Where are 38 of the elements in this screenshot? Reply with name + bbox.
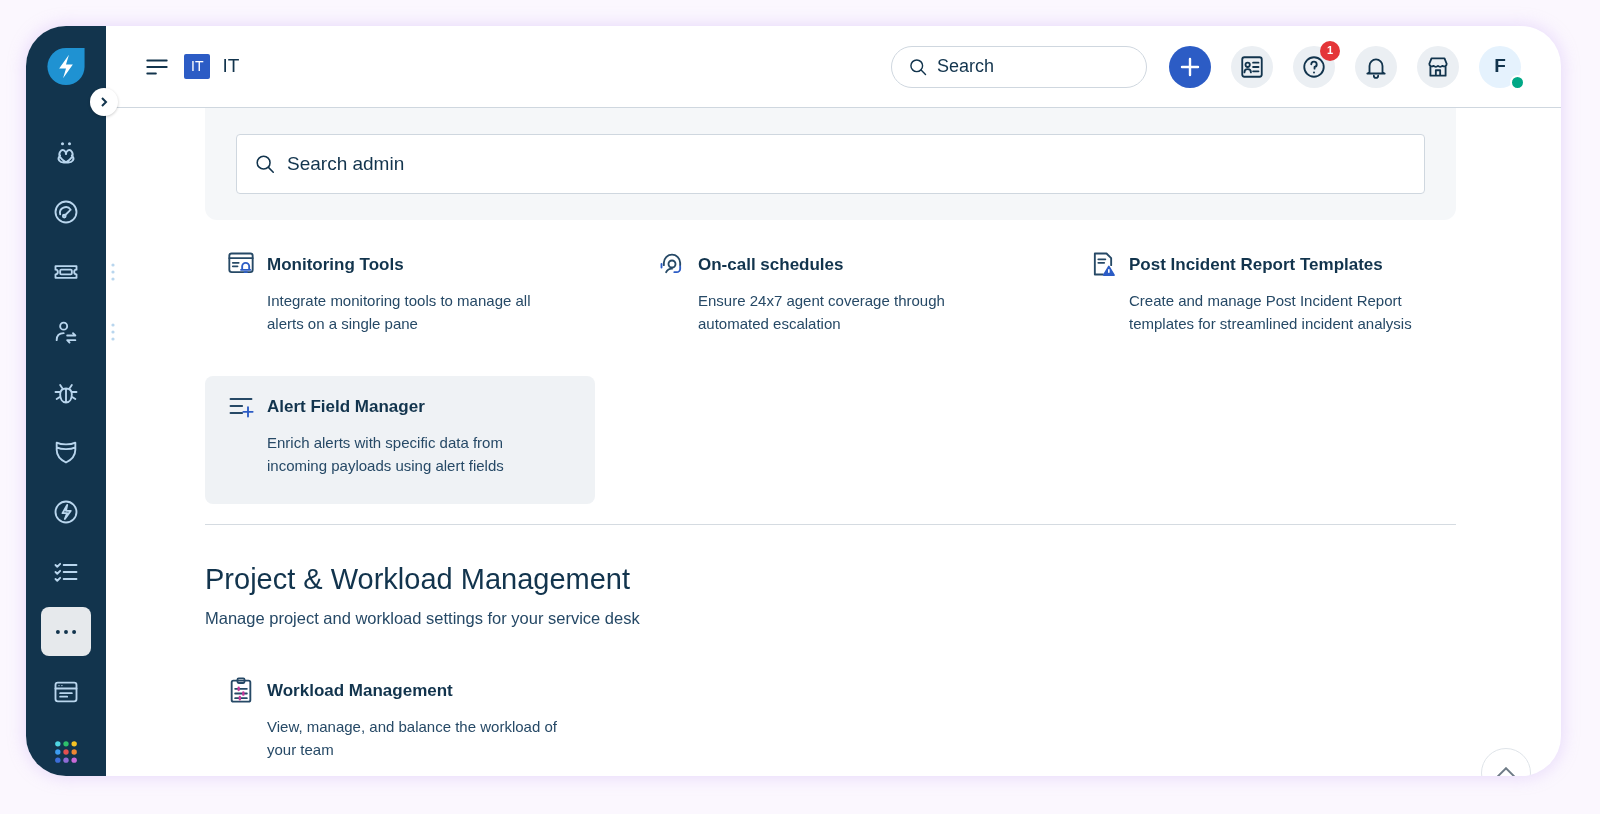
help-button[interactable] (1293, 45, 1335, 88)
chevron-right-icon (98, 96, 110, 108)
more-icon (55, 628, 77, 635)
user-avatar[interactable]: F (1479, 45, 1521, 88)
help-icon (1301, 53, 1327, 80)
search-icon (908, 56, 928, 77)
search-field[interactable]: Search (891, 45, 1147, 88)
workspace-name: IT (222, 54, 240, 79)
marketplace-button[interactable] (1417, 45, 1459, 88)
section-subtitle: Manage project and workload settings for your service desk (205, 607, 641, 629)
card-title: Monitoring Tools (267, 254, 405, 276)
sidebar-item[interactable] (41, 607, 91, 657)
admin-card[interactable]: Workload Management View, manage, and balance the workload of your team (205, 660, 595, 776)
card-title: On-call schedules (698, 254, 845, 276)
card-title: Post Incident Report Templates (1129, 254, 1384, 276)
card-description: Integrate monitoring tools to manage all alerts on a single pane (267, 290, 532, 334)
admin-card[interactable]: Post Incident Report Templates Create and manage Post Incident Report templates for streamlined incident analysis (1067, 234, 1457, 362)
card-title: Workload Management (267, 680, 454, 703)
admin-card[interactable]: Alert Field Manager Enrich alerts with specific data from incoming payloads using alert fields (205, 376, 595, 504)
contacts-button[interactable] (1231, 45, 1273, 88)
logo-icon[interactable] (45, 46, 87, 88)
workspace-badge: IT (184, 54, 211, 79)
admin-search-field[interactable]: Search admin (236, 134, 1425, 194)
chevron-up-icon (1495, 767, 1517, 776)
card-title: Alert Field Manager (267, 396, 426, 418)
notification-count: 1 (1320, 40, 1340, 61)
section-title: Project & Workload Management (205, 562, 631, 597)
card-description: View, manage, and balance the workload of your team (267, 716, 558, 760)
admin-card[interactable]: On-call schedules Ensure 24x7 agent coverage through automated escalation (636, 234, 1026, 362)
card-description: Create and manage Post Incident Report templates for streamlined incident analysis (1129, 290, 1413, 334)
add-button[interactable] (1169, 45, 1211, 88)
admin-card[interactable]: Monitoring Tools Integrate monitoring tools to manage all alerts on a single pane (205, 234, 595, 362)
card-description: Ensure 24x7 agent coverage through automated escalation (698, 290, 946, 334)
notifications-button[interactable] (1355, 45, 1397, 88)
card-description: Enrich alerts with specific data from incoming payloads using alert fields (267, 432, 505, 476)
contact-card-icon (1239, 53, 1265, 80)
expand-button[interactable] (90, 88, 118, 116)
search-icon (254, 153, 276, 175)
